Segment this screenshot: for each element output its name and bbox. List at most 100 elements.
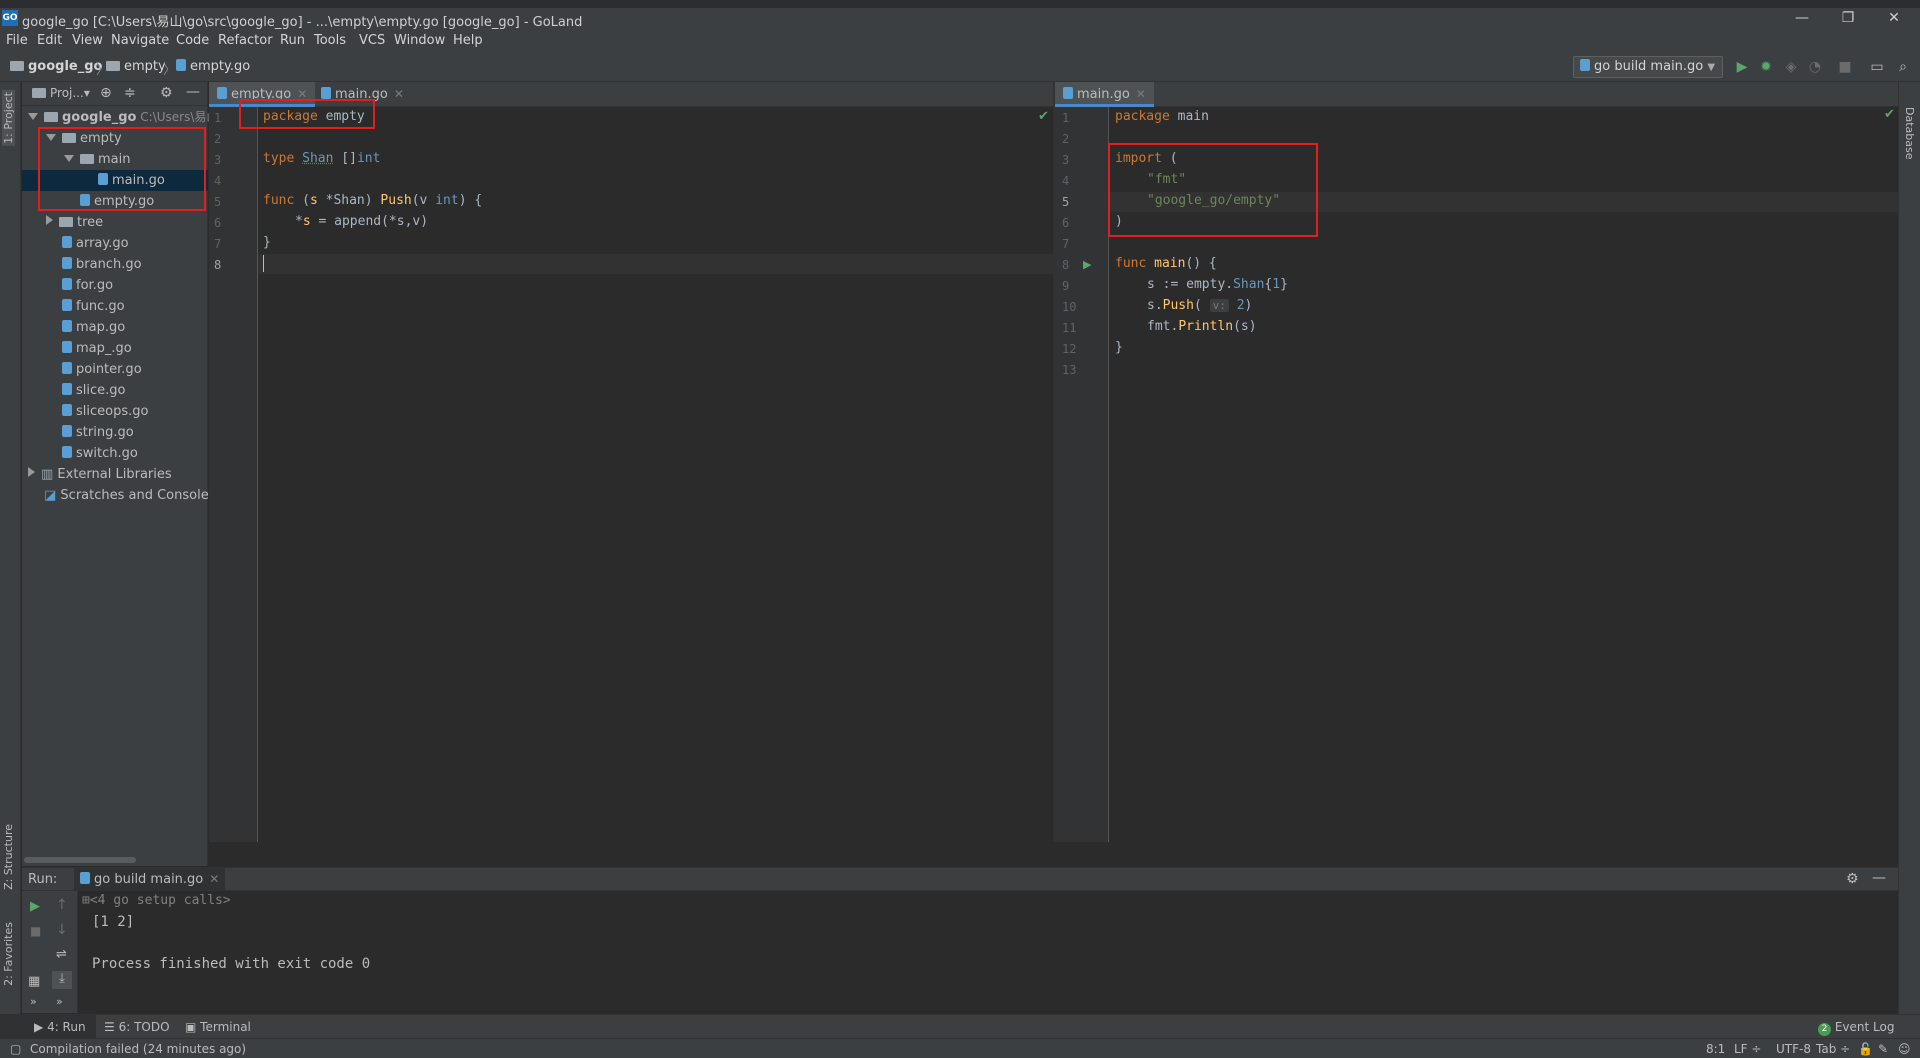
go-file-icon — [80, 872, 90, 884]
status-message[interactable]: Compilation failed (24 minutes ago) — [30, 1042, 246, 1056]
tree-item[interactable]: slice.go — [22, 380, 208, 401]
gear-icon[interactable]: ⚙ — [160, 85, 173, 101]
file-encoding[interactable]: UTF-8 — [1776, 1042, 1811, 1056]
tree-item[interactable]: branch.go — [22, 254, 208, 275]
more-icon[interactable]: » — [30, 995, 37, 1008]
tool-tab-terminal[interactable]: ▣ Terminal — [185, 1020, 251, 1034]
expand-down-icon[interactable] — [28, 113, 38, 120]
menu-run[interactable]: Run — [280, 33, 305, 48]
wrench-icon[interactable]: ✎ — [1878, 1042, 1888, 1056]
soft-wrap-icon[interactable]: ⇌ — [56, 947, 67, 962]
code-line[interactable]: package main — [1115, 109, 1209, 124]
code-line[interactable]: fmt.Println(s) — [1147, 319, 1257, 334]
menu-help[interactable]: Help — [453, 33, 483, 48]
line-separator[interactable]: LF ÷ — [1734, 1042, 1761, 1056]
menu-view[interactable]: View — [72, 33, 103, 48]
current-line-highlight — [258, 254, 1053, 274]
scroll-to-end-icon[interactable]: ⤓ — [52, 971, 72, 989]
tool-tab-database[interactable]: Database — [1903, 107, 1916, 160]
menu-file[interactable]: File — [6, 33, 28, 48]
tree-item[interactable]: ◪ Scratches and Consoles — [22, 485, 216, 506]
more-icon[interactable]: » — [56, 995, 63, 1008]
tree-item[interactable]: ▥ External Libraries — [22, 464, 208, 485]
collapse-all-icon[interactable]: ≑ — [124, 85, 136, 101]
rerun-icon[interactable]: ▶ — [30, 899, 40, 914]
restore-icon[interactable]: ❐ — [1828, 8, 1868, 28]
project-structure-icon[interactable]: ▭ — [1868, 58, 1886, 76]
menu-code[interactable]: Code — [176, 33, 209, 48]
code-line[interactable]: s.Push( v: 2) — [1147, 298, 1252, 313]
project-view-select[interactable]: Proj...▾ — [32, 86, 90, 100]
tree-item[interactable]: pointer.go — [22, 359, 208, 380]
code-line[interactable]: } — [263, 235, 271, 250]
tab-main-go-right[interactable]: main.go ✕ — [1055, 82, 1154, 107]
menu-window[interactable]: Window — [394, 33, 445, 48]
code-line[interactable]: } — [1115, 340, 1123, 355]
horizontal-scrollbar[interactable] — [24, 857, 136, 863]
tool-tab-run[interactable]: ▶ 4: Run — [0, 1015, 96, 1038]
caret-position[interactable]: 8:1 — [1706, 1042, 1725, 1056]
inspector-icon[interactable]: ☺ — [1898, 1042, 1911, 1056]
line-number: 8 — [214, 258, 222, 272]
run-gutter-icon[interactable]: ▶ — [1083, 258, 1091, 271]
tree-item[interactable]: map.go — [22, 317, 208, 338]
tool-tab-structure[interactable]: Z: Structure — [2, 824, 15, 890]
hide-panel-icon[interactable]: — — [186, 84, 200, 100]
tree-item[interactable]: func.go — [22, 296, 208, 317]
close-icon[interactable]: ✕ — [209, 872, 219, 886]
minimize-icon[interactable]: — — [1782, 8, 1822, 28]
layout-icon[interactable]: ▦ — [28, 974, 40, 989]
tree-item[interactable]: string.go — [22, 422, 208, 443]
tree-item[interactable]: for.go — [22, 275, 208, 296]
expand-right-icon[interactable] — [28, 467, 35, 477]
close-icon[interactable]: ✕ — [394, 87, 404, 101]
profile-icon[interactable]: ◔ — [1806, 58, 1824, 76]
menu-tools[interactable]: Tools — [314, 33, 346, 48]
tree-item[interactable]: google_go C:\Users\易山 — [22, 107, 218, 128]
tool-tab-event-log[interactable]: 2 Event Log — [1818, 1020, 1894, 1036]
close-window-icon[interactable]: ✕ — [1874, 8, 1914, 28]
tree-item[interactable]: switch.go — [22, 443, 208, 464]
breadcrumb-folder[interactable]: empty — [106, 59, 166, 74]
run-icon[interactable]: ▶ — [1733, 58, 1751, 76]
breadcrumb-project[interactable]: google_go — [10, 59, 102, 74]
stop-icon[interactable]: ■ — [1836, 58, 1854, 76]
locate-icon[interactable]: ⊕ — [100, 85, 112, 101]
run-tab[interactable]: go build main.go ✕ — [74, 868, 226, 891]
code-line[interactable]: type Shan []int — [263, 151, 380, 166]
debug-icon[interactable]: ✹ — [1757, 58, 1775, 76]
expand-right-icon[interactable] — [46, 215, 53, 225]
tool-tab-project[interactable]: 1: Project — [2, 90, 15, 146]
text-caret — [263, 255, 264, 272]
tree-item[interactable]: sliceops.go — [22, 401, 208, 422]
arrow-down-icon[interactable]: ↓ — [56, 922, 68, 938]
folded-setup-calls[interactable]: ⊞<4 go setup calls> — [82, 893, 231, 908]
arrow-up-icon[interactable]: ↑ — [56, 897, 68, 913]
stop-icon[interactable]: ■ — [30, 924, 41, 938]
code-line[interactable]: s := empty.Shan{1} — [1147, 277, 1288, 292]
tree-item[interactable]: tree — [22, 212, 208, 233]
code-token: int — [356, 151, 381, 166]
menu-refactor[interactable]: Refactor — [218, 33, 273, 48]
breadcrumb-file[interactable]: empty.go — [176, 59, 250, 74]
code-line[interactable]: func main() { — [1115, 256, 1217, 271]
tree-item[interactable]: array.go — [22, 233, 208, 254]
menu-navigate[interactable]: Navigate — [111, 33, 169, 48]
tool-tab-todo[interactable]: ☰ 6: TODO — [104, 1020, 170, 1034]
menu-edit[interactable]: Edit — [37, 33, 62, 48]
close-icon[interactable]: ✕ — [1136, 87, 1146, 101]
code-line[interactable]: func (s *Shan) Push(v int) { — [263, 193, 482, 208]
code-token: s — [309, 193, 318, 208]
tool-tab-favorites[interactable]: 2: Favorites — [2, 922, 15, 986]
indent-setting[interactable]: Tab ÷ — [1816, 1042, 1850, 1056]
run-configuration-select[interactable]: go build main.go ▼ — [1573, 56, 1723, 78]
gear-icon[interactable]: ⚙ — [1846, 871, 1859, 887]
tree-item[interactable]: map_.go — [22, 338, 208, 359]
menu-vcs[interactable]: VCS — [359, 33, 385, 48]
search-icon[interactable]: ⌕ — [1894, 58, 1912, 76]
code-line[interactable]: *s = append(*s,v) — [295, 214, 428, 229]
coverage-icon[interactable]: ◈ — [1782, 58, 1800, 76]
hide-panel-icon[interactable]: — — [1872, 870, 1886, 886]
status-toggle-icon[interactable]: ▢ — [10, 1042, 21, 1056]
lock-icon[interactable]: 🔓 — [1858, 1042, 1873, 1056]
